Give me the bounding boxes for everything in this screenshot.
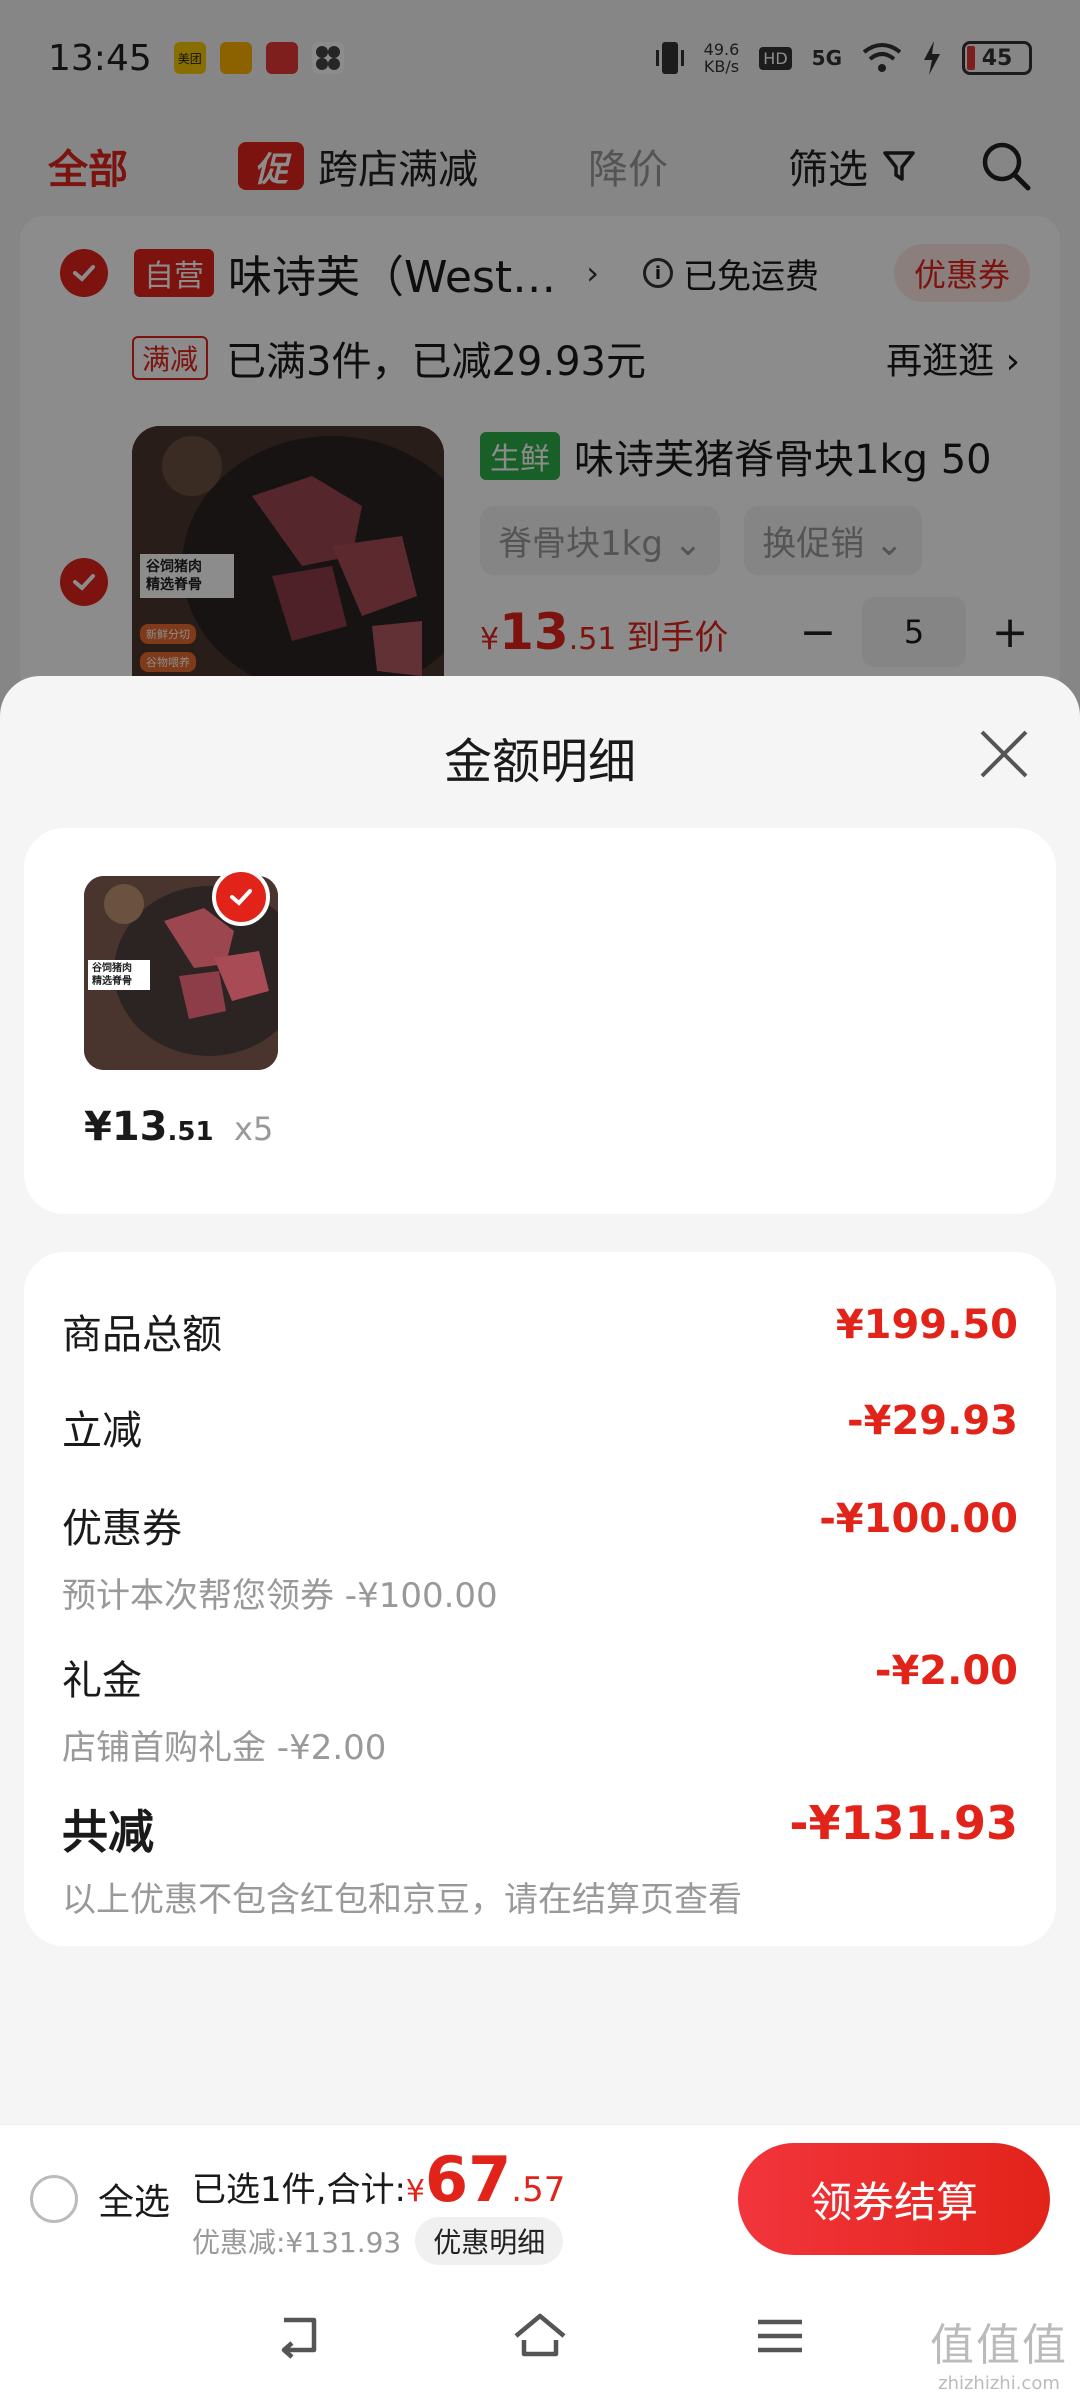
goods-total-value: ¥199.50 [835,1302,1018,1348]
instant-discount-row: 立减 -¥29.93 [62,1398,1018,1456]
checkout-bar: 全选 已选1件,合计: ¥67.57 优惠减:¥131.93 优惠明细 领券结算 [0,2124,1080,2272]
site-watermark: 值值值 zhizhizhi.com [930,2309,1068,2394]
item-unit-price: ¥13.51 [84,1104,214,1150]
coupon-subtext: 预计本次帮您领券 -¥100.00 [62,1576,498,1616]
item-price-decimal: .51 [167,1117,214,1147]
discount-detail-button[interactable]: 优惠明细 [415,2217,564,2265]
goods-total-label: 商品总额 [62,1312,222,1358]
total-currency: ¥ [405,2174,425,2209]
system-nav-bar: 值值值 zhizhizhi.com [0,2272,1080,2400]
selected-count-label: 已选1件,合计: [192,2170,406,2210]
close-icon[interactable] [976,726,1032,782]
coupon-text: 优惠券 预计本次帮您领券 -¥100.00 [62,1496,498,1617]
thumb-caption-line: 精选脊骨 [92,976,132,987]
order-summary: 已选1件,合计: ¥67.57 [192,2143,565,2216]
gift-money-subtext: 店铺首购礼金 -¥2.00 [62,1728,387,1768]
watermark-url: zhizhizhi.com [938,2373,1060,2394]
instant-discount-label: 立减 [62,1408,142,1454]
checkout-button[interactable]: 领券结算 [738,2143,1050,2255]
coupon-row: 优惠券 预计本次帮您领券 -¥100.00 -¥100.00 [62,1496,1018,1617]
menu-nav-icon[interactable] [750,2306,810,2366]
discount-summary: 优惠减:¥131.93 优惠明细 [192,2217,564,2265]
sheet-title: 金额明细 [443,734,636,790]
home-nav-icon[interactable] [510,2306,570,2366]
discount-amount: 优惠减:¥131.93 [192,2226,402,2259]
goods-total-row: 商品总额 ¥199.50 [62,1302,1018,1360]
total-discount-note: 以上优惠不包含红包和京豆，请在结算页查看 [62,1880,742,1920]
total-discount-label: 共减 [62,1805,154,1859]
total-decimal: .57 [511,2170,566,2210]
thumb-caption: 谷饲猪肉 精选脊骨 [88,960,150,990]
item-quantity: x5 [234,1110,274,1148]
gift-money-value: -¥2.00 [874,1648,1018,1694]
thumb-caption-line: 谷饲猪肉 [92,963,132,974]
amount-breakdown-card: 商品总额 ¥199.50 立减 -¥29.93 优惠券 预计本次帮您领券 -¥1… [24,1252,1056,1946]
coupon-value: -¥100.00 [819,1496,1018,1542]
select-all-label: 全选 [98,2182,171,2223]
order-total: ¥67.57 [406,2143,565,2216]
gift-money-label: 礼金 [62,1658,142,1704]
total-discount-text: 共减 以上优惠不包含红包和京豆，请在结算页查看 [62,1796,742,1921]
amount-detail-sheet: 金额明细 谷饲猪肉 精选脊骨 ¥13.51 x5 商品总额 ¥199.50 立减… [0,676,1080,2124]
instant-discount-value: -¥29.93 [847,1398,1018,1444]
item-price-integer: ¥13 [84,1104,168,1150]
back-nav-icon[interactable] [270,2306,330,2366]
coupon-label: 优惠券 [62,1506,182,1552]
select-all-radio[interactable] [30,2175,78,2223]
total-discount-row: 共减 以上优惠不包含红包和京豆，请在结算页查看 -¥131.93 [62,1796,1018,1921]
gift-money-text: 礼金 店铺首购礼金 -¥2.00 [62,1648,386,1769]
total-integer: 67 [425,2143,512,2216]
watermark-logo-text: 值值值 [930,2320,1068,2371]
item-selected-check-icon[interactable] [212,868,270,926]
total-discount-value: -¥131.93 [789,1796,1018,1850]
selected-items-card: 谷饲猪肉 精选脊骨 ¥13.51 x5 [24,828,1056,1214]
select-all-toggle[interactable]: 全选 [30,2173,170,2225]
gift-money-row: 礼金 店铺首购礼金 -¥2.00 -¥2.00 [62,1648,1018,1769]
